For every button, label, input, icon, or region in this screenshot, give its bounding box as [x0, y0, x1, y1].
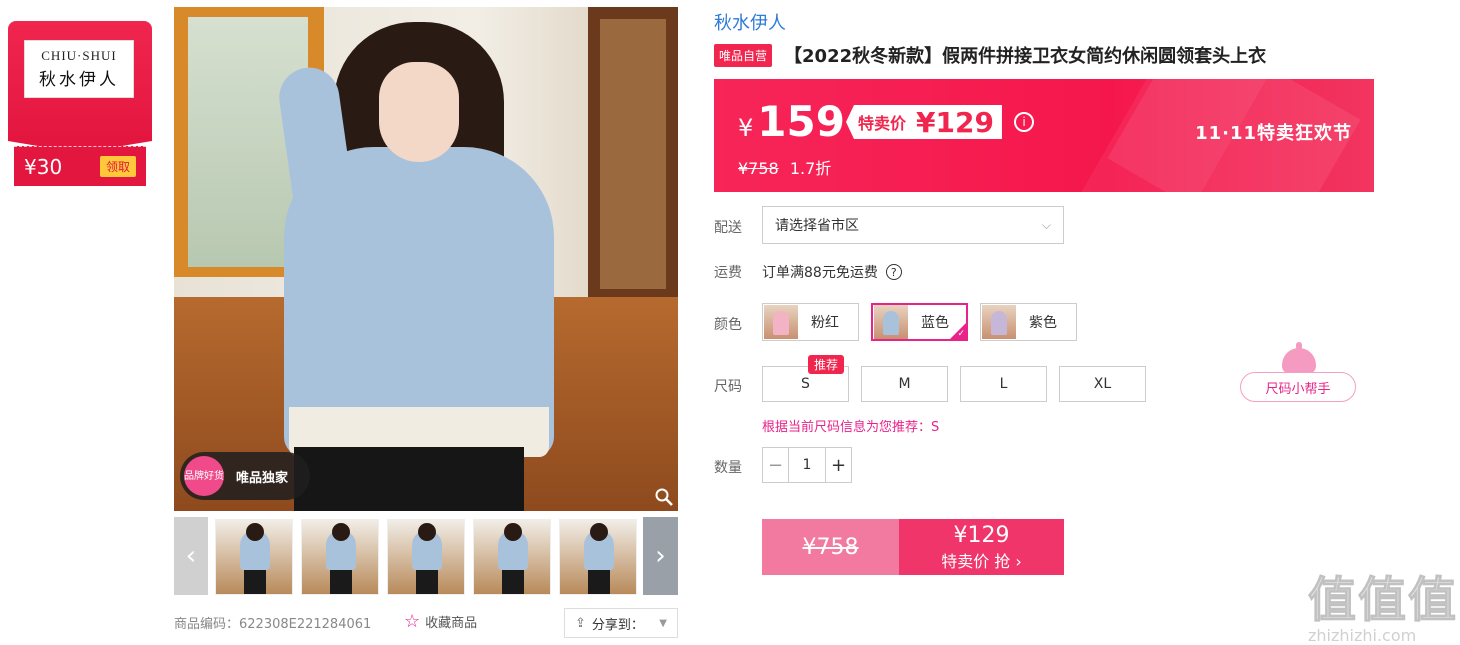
- thumbnail[interactable]: [559, 519, 637, 595]
- recommended-tag: 推荐: [808, 355, 845, 374]
- shipping-info: 订单满88元免运费 ?: [762, 262, 902, 282]
- product-title: 【2022秋冬新款】假两件拼接卫衣女简约休闲圆领套头上衣: [784, 46, 1267, 67]
- decrement-button[interactable]: −: [763, 448, 789, 482]
- thumbnail-strip: [215, 519, 637, 595]
- brand-banner: CHIU·SHUI 秋水伊人: [8, 21, 152, 153]
- size-option-l[interactable]: L: [960, 366, 1047, 402]
- size-recommendation: 根据当前尺码信息为您推荐：S: [762, 420, 940, 435]
- share-icon: ⇪: [575, 615, 586, 631]
- price-value: 159: [757, 97, 845, 146]
- color-option-pink[interactable]: 粉红: [762, 303, 859, 341]
- share-label: 分享到：: [591, 617, 644, 633]
- main-product-image[interactable]: 品牌好货 唯品独家: [174, 7, 678, 511]
- thumbnail[interactable]: [387, 519, 465, 595]
- discount-rate: 1.7折: [789, 159, 832, 178]
- region-select-value: 请选择省市区: [775, 218, 859, 234]
- color-option-purple[interactable]: 紫色: [980, 303, 1077, 341]
- brand-coupon-card: CHIU·SHUI 秋水伊人 ¥30 领取: [8, 21, 152, 187]
- chevron-right-icon: ›: [655, 541, 666, 571]
- info-icon[interactable]: i: [1014, 112, 1034, 132]
- color-swatch: [982, 305, 1016, 339]
- quantity-value[interactable]: 1: [789, 457, 825, 473]
- size-helper-button[interactable]: 尺码小帮手: [1240, 372, 1356, 402]
- current-price: ¥ 159: [738, 97, 845, 146]
- buy-original-price: ¥758: [762, 519, 899, 575]
- special-price-tag: 特卖价 ¥129: [846, 105, 1002, 139]
- claim-coupon-button[interactable]: 领取: [99, 156, 136, 177]
- color-name: 紫色: [1029, 315, 1057, 331]
- size-label: 尺码: [714, 379, 742, 395]
- color-option-blue[interactable]: 蓝色 ✓: [871, 303, 968, 341]
- buy-action-label: 特卖价 抢 ›: [941, 551, 1022, 571]
- coupon-amount: ¥30: [24, 154, 63, 179]
- share-dropdown[interactable]: ⇪ 分享到： ▼: [564, 608, 678, 638]
- size-option-xl[interactable]: XL: [1059, 366, 1146, 402]
- brand-logo-cn: 秋水伊人: [39, 70, 119, 90]
- buy-price: ¥129: [953, 522, 1010, 548]
- mascot-icon: [1282, 342, 1316, 374]
- buy-button[interactable]: ¥758 ¥129 特卖价 抢 ›: [762, 519, 1064, 575]
- thumb-next-button[interactable]: ›: [643, 517, 678, 595]
- brand-link[interactable]: 秋水伊人: [714, 9, 786, 35]
- self-operated-tag: 唯品自营: [714, 43, 773, 67]
- zoom-icon[interactable]: [654, 487, 674, 507]
- watermark-logo: 值值值: [1307, 572, 1459, 629]
- help-icon[interactable]: ?: [885, 264, 902, 280]
- color-options: 粉红 蓝色 ✓ 紫色: [762, 303, 1077, 341]
- quantity-stepper: − 1 +: [762, 447, 852, 483]
- color-name: 粉红: [811, 315, 839, 331]
- model-legs: [294, 447, 524, 511]
- thumbnail[interactable]: [301, 519, 379, 595]
- region-select[interactable]: 请选择省市区 ⌵: [762, 206, 1064, 244]
- original-price-value: ¥758: [738, 159, 779, 178]
- exclusive-badge-text: 唯品独家: [236, 470, 289, 486]
- brand-logo-en: CHIU·SHUI: [41, 48, 117, 63]
- size-option-m[interactable]: M: [861, 366, 948, 402]
- title-row: 唯品自营 【2022秋冬新款】假两件拼接卫衣女简约休闲圆领套头上衣: [714, 42, 1266, 68]
- original-price: ¥758 1.7折: [738, 155, 831, 179]
- special-price-label: 特卖价: [858, 114, 907, 133]
- thumbnail[interactable]: [473, 519, 551, 595]
- exclusive-badge: 品牌好货 唯品独家: [180, 452, 310, 500]
- favorite-button[interactable]: ☆ 收藏商品: [404, 611, 477, 632]
- star-icon: ☆: [404, 611, 421, 632]
- delivery-label: 配送: [714, 220, 742, 236]
- quantity-label: 数量: [714, 460, 742, 476]
- color-swatch: [764, 305, 798, 339]
- color-name: 蓝色: [921, 315, 949, 331]
- festival-logo: 11·11特卖狂欢节: [1195, 123, 1352, 144]
- model-face: [379, 62, 459, 162]
- currency-symbol: ¥: [738, 114, 754, 142]
- checkmark-icon: ✓: [957, 329, 965, 339]
- price-banner: ¥ 159 特卖价 ¥129 i ¥758 1.7折 11·11特卖狂欢节: [714, 79, 1374, 192]
- brand-logo[interactable]: CHIU·SHUI 秋水伊人: [24, 40, 134, 98]
- image-cabinet: [588, 7, 678, 307]
- favorite-label: 收藏商品: [425, 616, 478, 631]
- chevron-left-icon: ‹: [185, 541, 197, 571]
- shipping-label: 运费: [714, 265, 742, 281]
- color-label: 颜色: [714, 317, 742, 333]
- buy-now[interactable]: ¥129 特卖价 抢 ›: [899, 519, 1064, 575]
- color-swatch: [874, 305, 908, 339]
- special-price-value: ¥129: [916, 105, 994, 139]
- caret-down-icon: ▼: [659, 617, 667, 629]
- watermark: 值值值 zhizhizhi.com: [1307, 560, 1459, 645]
- shipping-text: 订单满88元免运费: [762, 265, 878, 281]
- increment-button[interactable]: +: [825, 448, 851, 482]
- brand-goods-badge: 品牌好货: [184, 456, 224, 496]
- chevron-down-icon: ⌵: [1041, 217, 1051, 232]
- product-code: 商品编码：622308E221284061: [174, 617, 372, 632]
- thumb-prev-button[interactable]: ‹: [174, 517, 208, 595]
- thumbnail[interactable]: [215, 519, 293, 595]
- coupon: ¥30 领取: [14, 146, 146, 186]
